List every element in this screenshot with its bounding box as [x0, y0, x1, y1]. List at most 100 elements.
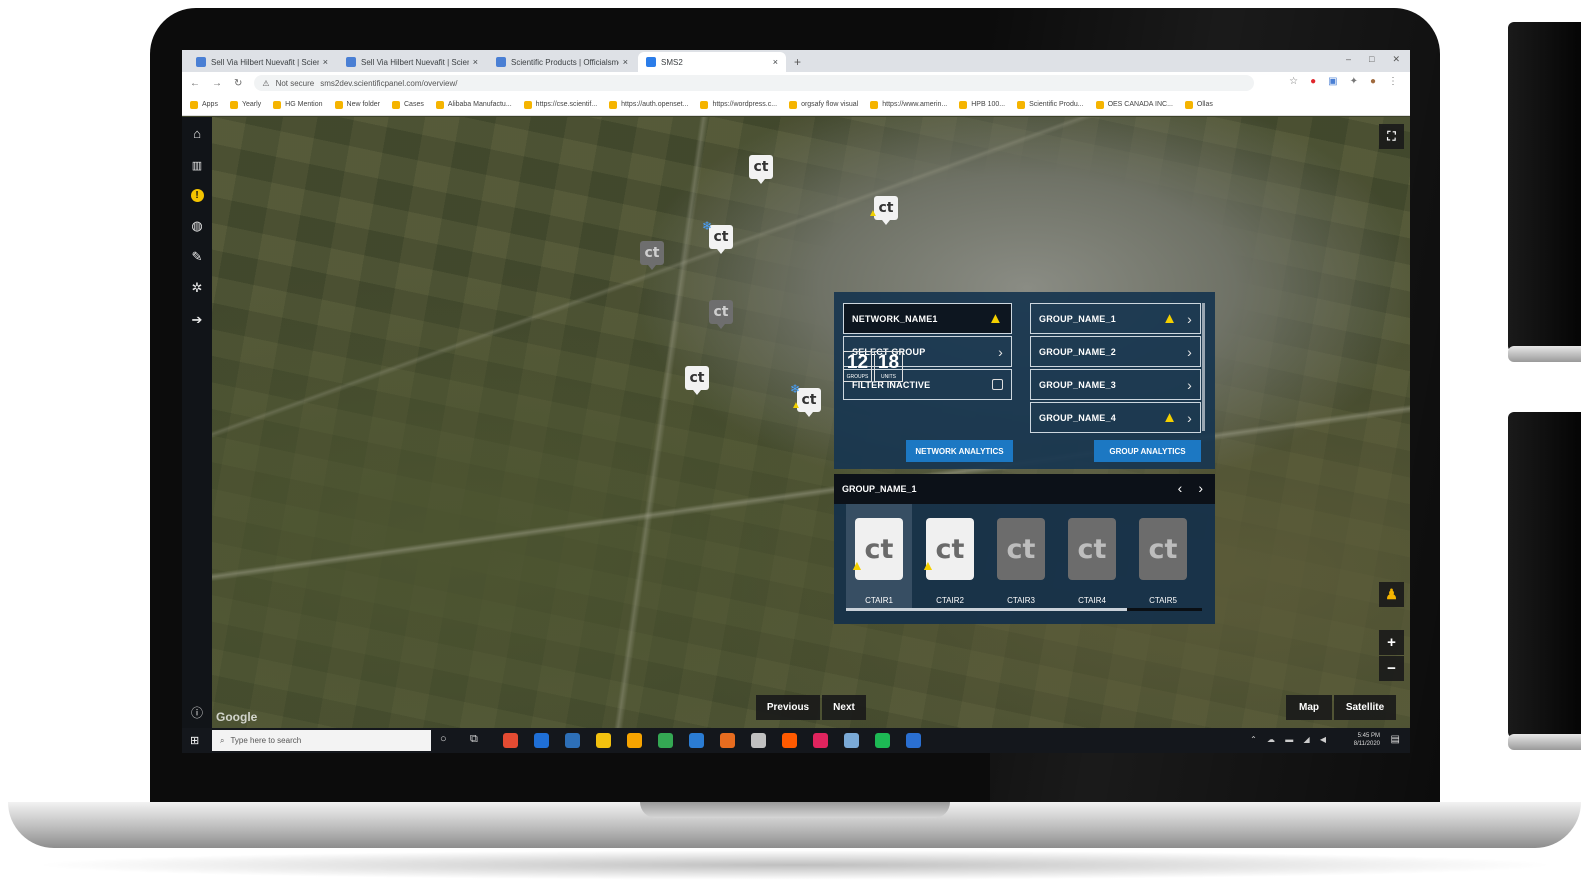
bookmark-item[interactable]: orgsafy flow visual: [789, 100, 858, 109]
satellite-map[interactable]: [212, 117, 1410, 728]
settings-icon[interactable]: ✲: [189, 280, 205, 296]
taskbar-app-icon[interactable]: [720, 733, 735, 748]
map-marker[interactable]: ct: [749, 155, 773, 184]
group-list-scrollbar[interactable]: [1202, 303, 1205, 431]
close-window-button[interactable]: ✕: [1392, 54, 1400, 65]
close-tab-icon[interactable]: ×: [473, 57, 478, 67]
next-button[interactable]: Next: [822, 695, 866, 720]
next-group-chevron-icon[interactable]: ›: [1198, 480, 1203, 496]
opera-icon[interactable]: ●: [1310, 76, 1316, 87]
taskbar-app-icon[interactable]: [596, 733, 611, 748]
group-row[interactable]: GROUP_NAME_2 ›: [1030, 336, 1201, 367]
cortana-icon[interactable]: ○: [440, 733, 447, 745]
close-tab-icon[interactable]: ×: [623, 57, 628, 67]
taskbar-app-icon[interactable]: [782, 733, 797, 748]
taskbar-clock[interactable]: 5:45 PM 8/11/2020: [1354, 732, 1380, 748]
taskbar-app-icon[interactable]: [627, 733, 642, 748]
group-row[interactable]: GROUP_NAME_1 ▲ ›: [1030, 303, 1201, 334]
network-analytics-button[interactable]: NETWORK ANALYTICS: [906, 440, 1013, 462]
taskbar-app-icon[interactable]: [565, 733, 580, 748]
map-marker[interactable]: ct ❄ ▲: [790, 382, 821, 417]
profile-avatar[interactable]: ●: [1370, 76, 1376, 87]
alert-icon[interactable]: !: [189, 187, 205, 203]
bookmark-item[interactable]: Apps: [190, 100, 218, 109]
browser-tab[interactable]: Scientific Products | Officialsmel... ×: [488, 52, 636, 72]
task-view-icon[interactable]: ⧉: [470, 733, 478, 746]
pegman-icon[interactable]: ♟: [1379, 582, 1404, 607]
help-icon[interactable]: ⓘ: [189, 704, 205, 720]
map-marker[interactable]: ct: [709, 300, 733, 329]
taskbar-app-icon[interactable]: [906, 733, 921, 748]
bookmark-item[interactable]: https://cse.scientif...: [523, 100, 597, 109]
taskbar-app-icon[interactable]: [875, 733, 890, 748]
browser-tab[interactable]: Sell Via Hilbert Nuevafit | Scientific..…: [188, 52, 336, 72]
previous-button[interactable]: Previous: [756, 695, 820, 720]
system-tray-icons[interactable]: ⌃ ☁ ▬ ◢ ◀: [1250, 735, 1330, 744]
group-row[interactable]: GROUP_NAME_3 ›: [1030, 369, 1201, 400]
group-analytics-button[interactable]: GROUP ANALYTICS: [1094, 440, 1201, 462]
minimize-button[interactable]: –: [1346, 54, 1351, 65]
home-icon[interactable]: ⌂: [189, 125, 205, 141]
bookmark-item[interactable]: https://auth.openset...: [609, 100, 688, 109]
notification-icon[interactable]: ▤: [1391, 734, 1400, 745]
taskbar-app-icon[interactable]: [534, 733, 549, 748]
network-selector[interactable]: NETWORK_NAME1 ▲: [843, 303, 1012, 334]
bookmark-item[interactable]: Alibaba Manufactu...: [435, 100, 512, 109]
taskbar-app-icon[interactable]: [689, 733, 704, 748]
unit-card[interactable]: ct CTAIR3: [988, 504, 1054, 608]
back-icon[interactable]: ←: [190, 78, 200, 89]
map-type-button[interactable]: Map: [1286, 695, 1332, 720]
windows-start-icon[interactable]: ⊞: [190, 734, 199, 747]
new-tab-button[interactable]: +: [794, 55, 801, 72]
taskbar-app-icon[interactable]: [751, 733, 766, 748]
bookmark-item[interactable]: Yearly: [229, 100, 261, 109]
chart-icon[interactable]: ▥: [189, 157, 205, 173]
map-marker[interactable]: ct: [685, 366, 709, 395]
bookmark-item[interactable]: HG Mention: [273, 100, 323, 109]
unit-card[interactable]: ct CTAIR4: [1059, 504, 1125, 608]
close-tab-icon[interactable]: ×: [773, 57, 778, 67]
bookmark-item[interactable]: https://www.amerin...: [870, 100, 947, 109]
bookmark-item[interactable]: Cases: [392, 100, 424, 109]
url-input[interactable]: ⚠ Not secure sms2dev.scientificpanel.com…: [254, 75, 1255, 91]
puzzle-icon[interactable]: ✦: [1350, 76, 1358, 87]
prev-group-chevron-icon[interactable]: ‹: [1178, 480, 1183, 496]
zoom-in-button[interactable]: +: [1379, 630, 1404, 655]
maximize-button[interactable]: □: [1369, 54, 1374, 65]
group-row[interactable]: GROUP_NAME_4 ▲ ›: [1030, 402, 1201, 433]
unit-card[interactable]: ct CTAIR2 ▲: [917, 504, 983, 608]
bookmark-item[interactable]: HPB 100...: [959, 100, 1005, 109]
close-tab-icon[interactable]: ×: [323, 57, 328, 67]
menu-icon[interactable]: ⋮: [1388, 76, 1398, 87]
reload-icon[interactable]: ↻: [234, 78, 242, 89]
unit-card[interactable]: ct CTAIR5: [1130, 504, 1196, 608]
globe-icon[interactable]: ◍: [189, 218, 205, 234]
map-marker[interactable]: ct ❄: [702, 219, 733, 254]
bookmark-item[interactable]: Ollas: [1184, 100, 1213, 109]
unit-card[interactable]: ct CTAIR1 ▲: [846, 504, 912, 608]
browser-tab[interactable]: SMS2 ×: [638, 52, 786, 72]
map-marker[interactable]: ct: [640, 241, 664, 270]
units-scroll-thumb[interactable]: [846, 608, 1127, 611]
map-marker[interactable]: ct ▲: [868, 196, 898, 225]
filter-inactive-checkbox[interactable]: [992, 379, 1003, 390]
edit-icon[interactable]: ✎: [189, 249, 205, 265]
fullscreen-button[interactable]: ⛶: [1379, 124, 1404, 149]
browser-tab[interactable]: Sell Via Hilbert Nuevafit | Scientif... ×: [338, 52, 486, 72]
taskbar-app-icon[interactable]: [813, 733, 828, 748]
taskbar-app-icon[interactable]: [844, 733, 859, 748]
bookmark-item[interactable]: New folder: [334, 100, 380, 109]
taskbar-app-icon[interactable]: [658, 733, 673, 748]
extension-icon[interactable]: ▣: [1328, 76, 1337, 87]
extension-icons: ☆ ● ▣ ✦ ● ⋮: [1289, 76, 1398, 87]
bookmark-item[interactable]: https://wordpress.c...: [700, 100, 777, 109]
taskbar-app-icon[interactable]: [503, 733, 518, 748]
forward-icon[interactable]: →: [212, 78, 222, 89]
bookmark-item[interactable]: OES CANADA INC...: [1095, 100, 1173, 109]
bookmark-item[interactable]: Scientific Produ...: [1017, 100, 1084, 109]
taskbar-search-input[interactable]: ⌕ Type here to search: [212, 730, 431, 751]
logout-icon[interactable]: ➔: [189, 312, 205, 328]
bookmark-star-icon[interactable]: ☆: [1289, 76, 1298, 87]
zoom-out-button[interactable]: −: [1379, 656, 1404, 681]
satellite-type-button[interactable]: Satellite: [1334, 695, 1396, 720]
